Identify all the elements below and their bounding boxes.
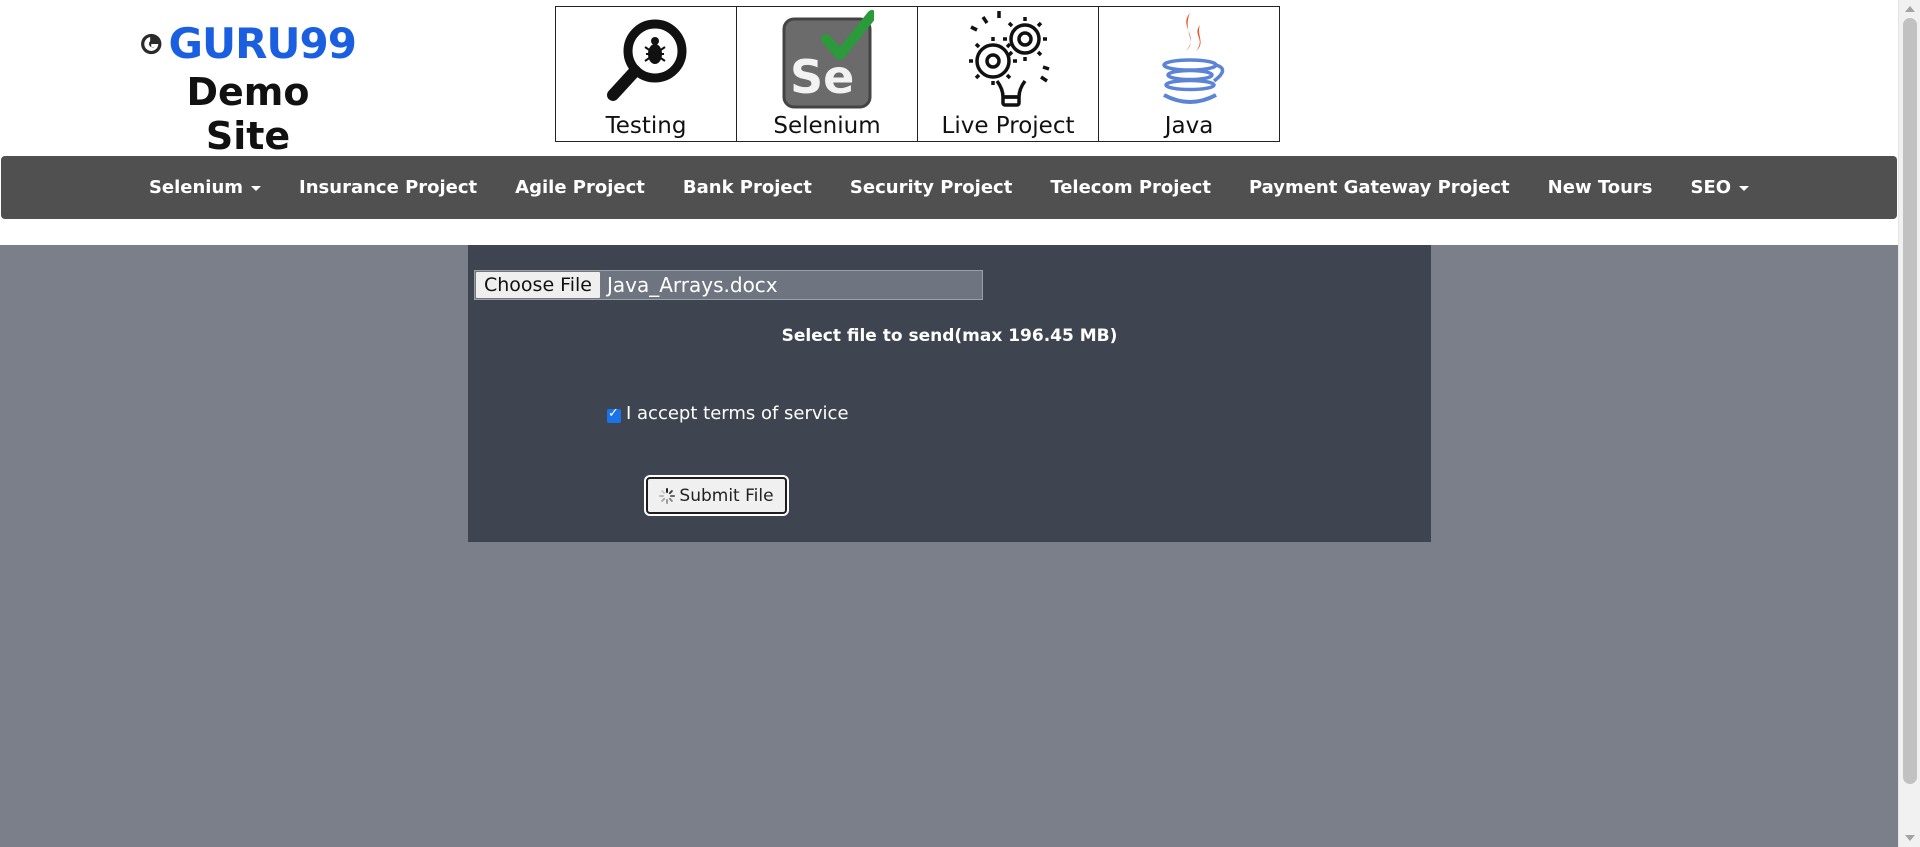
choose-file-button[interactable]: Choose File [475,271,601,299]
svg-text:Se: Se [790,50,854,104]
logo-line: GURU99 [140,19,357,68]
nav-label: Telecom Project [1050,177,1211,198]
vertical-scrollbar[interactable] [1898,0,1920,847]
tile-label: Testing [605,113,687,139]
nav-label: Insurance Project [299,177,478,198]
scroll-up-arrow-icon[interactable] [1905,6,1915,12]
selected-file-name: Java_Arrays.docx [606,273,778,297]
nav-item-seo[interactable]: SEO [1672,156,1769,219]
site-subtitle: Demo Site [186,70,310,158]
guru99-logo-icon [141,33,162,55]
tile-label: Java [1164,113,1214,139]
nav-item-selenium[interactable]: Selenium [130,156,280,219]
caret-down-icon [251,185,262,191]
nav-item-bank-project[interactable]: Bank Project [664,156,831,219]
nav-item-new-tours[interactable]: New Tours [1529,156,1672,219]
nav-label: Security Project [849,177,1013,198]
tile-testing[interactable]: Testing [555,6,736,142]
upload-hint: Select file to send(max 196.45 MB) [781,326,1118,346]
magnifier-bug-icon [607,19,687,101]
terms-checkbox[interactable]: ✓ [607,406,621,423]
checkmark-icon: ✓ [608,405,619,421]
java-coffee-icon [1162,13,1225,104]
nav-item-security-project[interactable]: Security Project [831,156,1031,219]
terms-row: ✓ I accept terms of service [607,403,849,424]
scroll-thumb[interactable] [1903,18,1917,784]
terms-label[interactable]: I accept terms of service [626,403,849,424]
tile-label: Live Project [941,113,1075,139]
site-logo[interactable]: GURU99 Demo Site [140,19,357,158]
feature-tiles: Testing Se Selenium Live Project Java [555,6,1280,142]
submit-label: Submit File [679,485,774,506]
nav-label: Bank Project [682,177,812,198]
selenium-check-icon: Se [782,10,874,109]
gear-bulb-icon [969,11,1050,107]
nav-item-payment-gateway-project[interactable]: Payment Gateway Project [1230,156,1529,219]
nav-item-telecom-project[interactable]: Telecom Project [1031,156,1230,219]
tile-live-project[interactable]: Live Project [917,6,1098,142]
tile-label: Selenium [773,113,881,139]
logo-text: GURU99 [168,19,357,68]
nav-item-agile-project[interactable]: Agile Project [496,156,664,219]
nav-label: Agile Project [515,177,645,198]
nav-label: Payment Gateway Project [1248,177,1510,198]
caret-down-icon [1739,185,1750,191]
nav-label: SEO [1690,177,1732,198]
nav-item-insurance-project[interactable]: Insurance Project [280,156,496,219]
submit-file-button[interactable]: Submit File [646,477,787,514]
scroll-down-arrow-icon[interactable] [1905,835,1915,841]
nav-label: Selenium [148,177,244,198]
loading-spinner-icon [659,487,676,504]
tile-selenium[interactable]: Se Selenium [736,6,917,142]
file-input[interactable]: Choose File Java_Arrays.docx [474,270,983,300]
main-navbar: Selenium Insurance Project Agile Project… [1,156,1897,219]
tile-java[interactable]: Java [1098,6,1280,142]
nav-label: New Tours [1547,177,1653,198]
